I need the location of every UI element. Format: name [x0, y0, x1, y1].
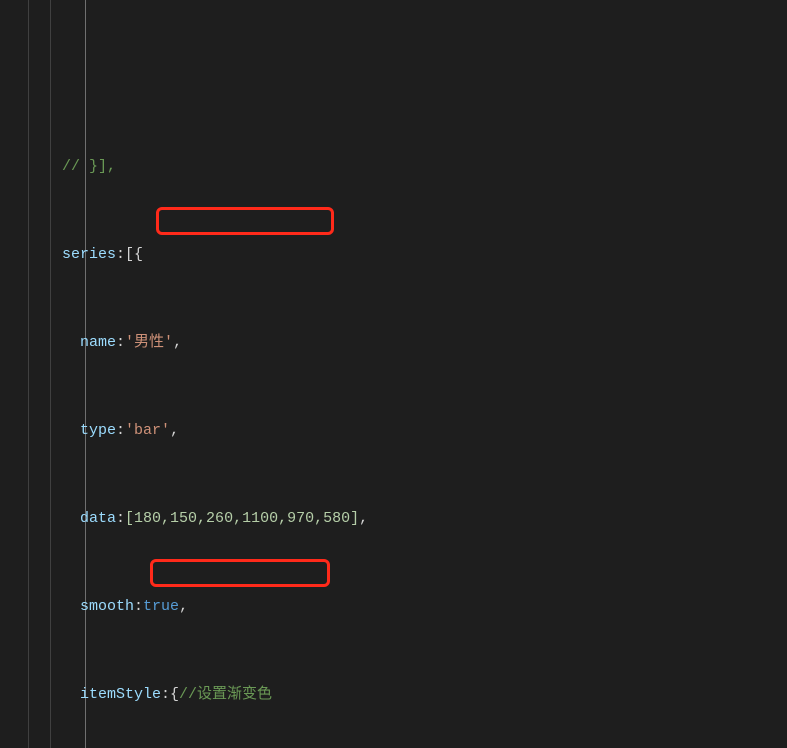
code-line: data:[180,150,260,1100,970,580], [0, 508, 787, 530]
comment-text: // }], [62, 158, 116, 175]
code-line: type:'bar', [0, 420, 787, 442]
code-line: name:'男性', [0, 332, 787, 354]
code-line: series:[{ [0, 244, 787, 266]
annotation-box-2 [150, 559, 330, 587]
code-line: smooth:true, [0, 596, 787, 618]
code-editor[interactable]: // }], series:[{ name:'男性', type:'bar', … [0, 0, 787, 748]
annotation-box-1 [156, 207, 334, 235]
code-line: // }], [0, 156, 787, 178]
code-line: itemStyle:{//设置渐变色 [0, 684, 787, 706]
